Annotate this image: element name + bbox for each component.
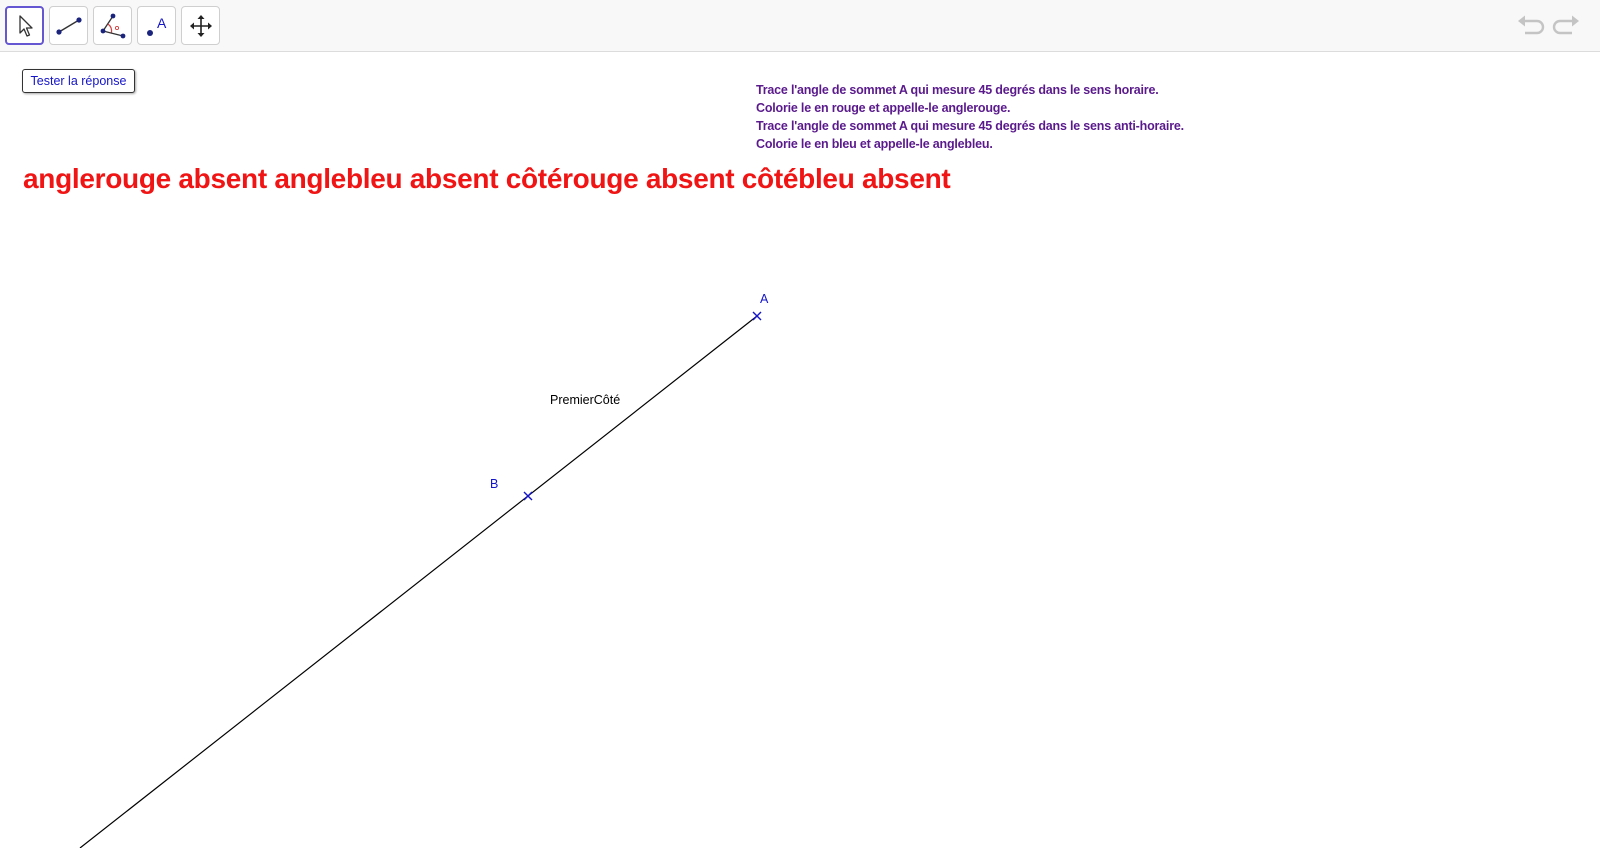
- redo-icon: [1552, 15, 1579, 35]
- point-a-label: A: [760, 292, 769, 306]
- point-b-marker[interactable]: [523, 491, 533, 501]
- cursor-arrow-icon: [18, 14, 33, 37]
- redo-button[interactable]: [1552, 12, 1582, 40]
- angle-icon: [100, 13, 125, 38]
- move-graphics-tool-button[interactable]: [181, 6, 220, 45]
- segment-label: PremierCôté: [550, 393, 621, 407]
- move-arrows-icon: [189, 14, 212, 37]
- move-tool-button[interactable]: [5, 6, 44, 45]
- text-tool-button[interactable]: A: [137, 6, 176, 45]
- graphics-view[interactable]: [0, 52, 1600, 848]
- point-a-marker[interactable]: [752, 311, 762, 321]
- segment-icon: [55, 16, 82, 35]
- toolbar: A: [0, 0, 1600, 52]
- undo-icon: [1518, 15, 1545, 35]
- svg-text:A: A: [157, 15, 167, 31]
- undo-button[interactable]: [1515, 12, 1545, 40]
- angle-tool-button[interactable]: [93, 6, 132, 45]
- point-b-label: B: [490, 477, 499, 491]
- text-label-icon: A: [146, 15, 167, 36]
- segment-tool-button[interactable]: [49, 6, 88, 45]
- premier-cote-segment[interactable]: [79, 315, 758, 848]
